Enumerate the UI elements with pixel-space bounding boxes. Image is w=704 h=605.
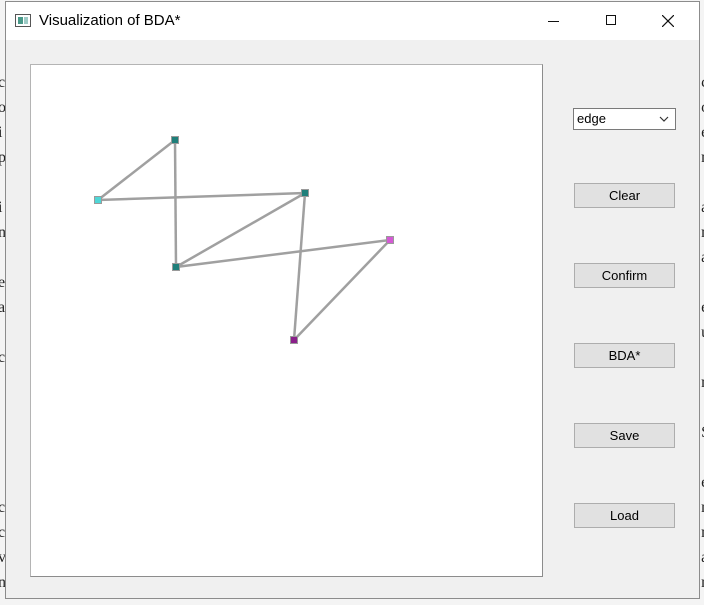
graph-drawing bbox=[94, 136, 394, 344]
clear-button[interactable]: Clear bbox=[574, 183, 675, 208]
app-window: Visualization of BDA* edge Clear Confirm… bbox=[5, 1, 700, 599]
graph-node-n2[interactable] bbox=[94, 196, 102, 204]
mode-select[interactable]: edge bbox=[573, 108, 676, 130]
minimize-icon bbox=[548, 21, 559, 22]
graph-edge-n3-n4 bbox=[175, 191, 306, 269]
title-bar: Visualization of BDA* bbox=[6, 2, 699, 40]
mode-select-value: edge bbox=[577, 111, 606, 126]
graph-edge-n1-n4 bbox=[173, 139, 178, 268]
chevron-down-icon bbox=[659, 116, 669, 122]
maximize-button[interactable] bbox=[588, 2, 634, 40]
graph-node-n3[interactable] bbox=[301, 189, 309, 197]
load-button[interactable]: Load bbox=[574, 503, 675, 528]
graph-node-n5[interactable] bbox=[386, 236, 394, 244]
graph-edge-n3-n6 bbox=[292, 192, 307, 341]
graph-edge-n4-n5 bbox=[175, 238, 391, 269]
graph-edge-n5-n6 bbox=[293, 239, 391, 341]
app-icon bbox=[15, 14, 31, 27]
confirm-button[interactable]: Confirm bbox=[574, 263, 675, 288]
graph-canvas[interactable] bbox=[30, 64, 543, 577]
graph-edge-n2-n3 bbox=[97, 191, 306, 202]
graph-edge-n1-n2 bbox=[97, 139, 176, 201]
graph-node-n4[interactable] bbox=[172, 263, 180, 271]
close-icon bbox=[662, 15, 674, 27]
minimize-button[interactable] bbox=[531, 2, 577, 40]
bda-star-button[interactable]: BDA* bbox=[574, 343, 675, 368]
graph-node-n6[interactable] bbox=[290, 336, 298, 344]
window-title: Visualization of BDA* bbox=[39, 12, 181, 29]
close-button[interactable] bbox=[645, 2, 691, 40]
save-button[interactable]: Save bbox=[574, 423, 675, 448]
maximize-icon bbox=[606, 15, 616, 25]
graph-node-n1[interactable] bbox=[171, 136, 179, 144]
